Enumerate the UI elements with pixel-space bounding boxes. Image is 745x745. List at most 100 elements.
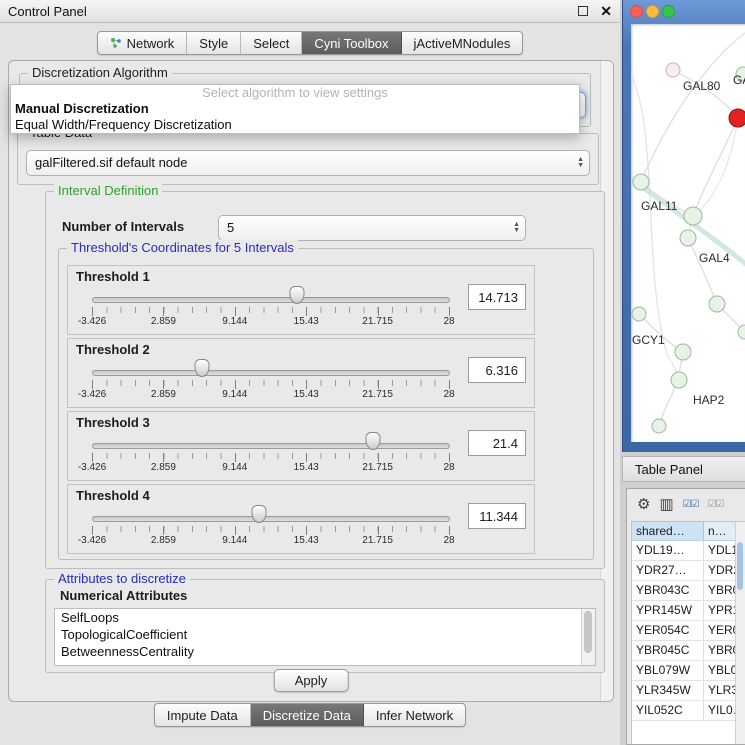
table-cell[interactable]: YPR145W [632,601,704,620]
table-cell[interactable]: YBR043C [632,581,704,600]
scale-label: -3.426 [78,389,106,400]
slider-track[interactable] [92,516,450,522]
close-window-button[interactable] [630,5,643,18]
network-node-label: GAL11 [641,199,678,213]
zoom-window-button[interactable] [662,5,675,18]
network-edge [688,238,717,304]
num-intervals-combobox[interactable]: 5 ▲ ▼ [218,215,526,241]
popup-option-equal-width[interactable]: Equal Width/Frequency Discretization [11,117,579,133]
table-data-combobox[interactable]: galFiltered.sif default node ▲ ▼ [26,150,590,176]
slider-track[interactable] [92,443,450,449]
network-node[interactable] [632,307,646,321]
network-node[interactable] [633,174,649,190]
scale-label: 28 [443,462,454,473]
table-row[interactable]: YER054CYER0… [632,621,745,641]
slider-ticks [92,526,449,532]
threshold-label: Threshold 2 [76,342,150,357]
table-row[interactable]: YDR27…YDR2… [632,561,745,581]
table-scrollbar-thumb[interactable] [737,542,743,590]
network-node[interactable] [680,230,696,246]
network-graph: GAL80 GA GAL11 GAL4 GCY1 HAP2 [631,24,745,442]
table-cell[interactable]: YDL19… [632,541,704,560]
network-node-selected[interactable] [729,109,745,127]
threshold-1-value-field[interactable]: 14.713 [468,284,526,310]
threshold-4-panel: Threshold 4 -3.426 2.859 9.144 15.43 21.… [67,484,535,554]
close-icon[interactable]: ✕ [600,4,612,18]
list-item[interactable]: TopologicalCoefficient [55,626,595,643]
numerical-attributes-list[interactable]: SelfLoops TopologicalCoefficient Between… [54,608,596,666]
network-node[interactable] [652,419,666,433]
table-data-group: Table Data galFiltered.sif default node … [17,133,599,185]
table-row[interactable]: YDL19…YDL1… [632,541,745,561]
network-node[interactable] [666,63,680,77]
combo-value: 5 [227,220,234,235]
column-header-shared-name[interactable]: shared… [632,522,704,540]
network-node[interactable] [709,296,725,312]
slider-track[interactable] [92,297,450,303]
table-row[interactable]: YBR043CYBR0… [632,581,745,601]
table-cell[interactable]: YDR27… [632,561,704,580]
scale-label: -3.426 [78,462,106,473]
float-window-icon[interactable] [578,6,588,16]
scale-label: 15.43 [294,462,319,473]
table-cell[interactable]: YIL052C [632,701,704,720]
table-row[interactable]: YBR045CYBR0… [632,641,745,661]
tab-discretize-data[interactable]: Discretize Data [251,704,364,726]
table-row[interactable]: YIL052CYIL0… [632,701,745,721]
table-row[interactable]: YBL079WYBL0… [632,661,745,681]
scale-label: 15.43 [294,535,319,546]
group-title: Attributes to discretize [54,571,190,586]
table-row[interactable]: YPR145WYPR1… [632,601,745,621]
scale-label: 9.144 [222,316,247,327]
select-rows-icon[interactable]: ☑☑ [708,499,724,510]
table-panel-titlebar: Table Panel [622,456,745,482]
list-scrollbar[interactable] [581,609,595,665]
scale-label: 2.859 [151,535,176,546]
slider-track[interactable] [92,370,450,376]
network-canvas[interactable]: GAL80 GA GAL11 GAL4 GCY1 HAP2 [631,24,745,442]
window-title: Control Panel [8,4,87,19]
minimize-window-button[interactable] [646,5,659,18]
popup-placeholder-item[interactable]: Select algorithm to view settings [11,85,579,101]
list-item[interactable]: BetweennessCentrality [55,643,595,660]
list-scrollbar-thumb[interactable] [584,611,592,653]
network-node-label: GAL4 [699,251,730,265]
scale-label: 9.144 [222,535,247,546]
attributes-group: Attributes to discretize Numerical Attri… [45,579,605,673]
tab-network[interactable]: Network [98,32,188,54]
network-node[interactable] [738,325,745,339]
gear-icon[interactable]: ⚙ [637,495,650,513]
scale-label: 21.715 [362,462,393,473]
scale-label: 28 [443,535,454,546]
tab-jactivemnodules[interactable]: jActiveMNodules [402,32,523,54]
columns-icon[interactable]: ▥ [659,495,673,513]
tab-style[interactable]: Style [187,32,241,54]
list-item[interactable]: SelfLoops [55,609,595,626]
threshold-4-value-field[interactable]: 11.344 [468,503,526,529]
tab-select[interactable]: Select [241,32,302,54]
select-columns-icon[interactable]: ☑☑ [683,499,699,510]
table-cell[interactable]: YBR045C [632,641,704,660]
threshold-label: Threshold 1 [76,269,150,284]
tab-cyni-toolbox[interactable]: Cyni Toolbox [302,32,401,54]
apply-button[interactable]: Apply [274,669,349,692]
table-cell[interactable]: YER054C [632,621,704,640]
table-toolbar: ⚙ ▥ ☑☑ ☑☑ [627,489,745,519]
scale-label: -3.426 [78,535,106,546]
scale-label: 15.43 [294,389,319,400]
table-scrollbar[interactable] [735,522,745,744]
threshold-2-value-field[interactable]: 6.316 [468,357,526,383]
network-node[interactable] [675,344,691,360]
tab-impute-data[interactable]: Impute Data [155,704,251,726]
tab-infer-network[interactable]: Infer Network [364,704,465,726]
network-node[interactable] [671,372,687,388]
tab-label: jActiveMNodules [414,36,511,51]
table-cell[interactable]: YBL079W [632,661,704,680]
combo-value: galFiltered.sif default node [35,155,187,170]
network-node[interactable] [684,207,702,225]
table-cell[interactable]: YLR345W [632,681,704,700]
bottom-tabbar: Impute Data Discretize Data Infer Networ… [0,703,620,727]
threshold-3-value-field[interactable]: 21.4 [468,430,526,456]
popup-option-manual-discretization[interactable]: Manual Discretization [11,101,579,117]
table-row[interactable]: YLR345WYLR3… [632,681,745,701]
